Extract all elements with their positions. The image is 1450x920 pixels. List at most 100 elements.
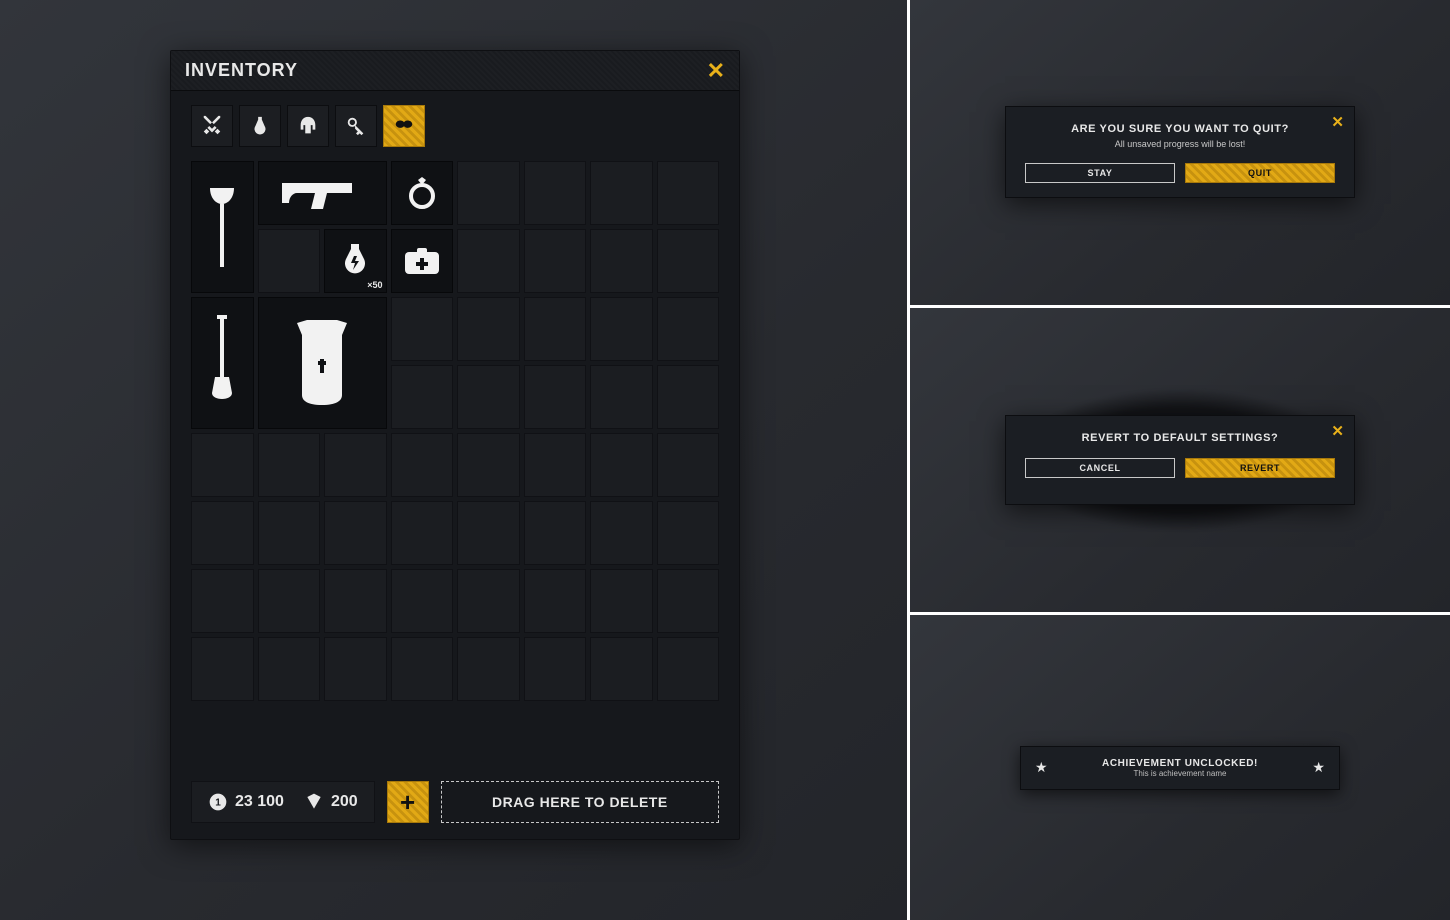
empty-slot[interactable] [391, 569, 454, 633]
empty-slot[interactable] [590, 161, 653, 225]
empty-slot[interactable] [191, 569, 254, 633]
empty-slot[interactable] [524, 637, 587, 701]
empty-slot[interactable] [457, 637, 520, 701]
empty-slot[interactable] [457, 365, 520, 429]
empty-slot[interactable] [391, 297, 454, 361]
helmet-icon [297, 115, 319, 137]
item-medkit[interactable] [391, 229, 454, 293]
empty-slot[interactable] [457, 433, 520, 497]
empty-slot[interactable] [324, 501, 387, 565]
empty-slot[interactable] [657, 297, 720, 361]
inventory-tabs [171, 91, 739, 155]
gems-readout: 200 [304, 792, 358, 812]
empty-slot[interactable] [524, 569, 587, 633]
empty-slot[interactable] [191, 501, 254, 565]
quit-button[interactable]: Quit [1185, 163, 1335, 183]
empty-slot[interactable] [258, 501, 321, 565]
item-potion[interactable]: ×50 [324, 229, 387, 293]
item-ring[interactable] [391, 161, 454, 225]
showcase-right-column: ✕ Are you sure you want to quit? All uns… [910, 0, 1450, 920]
empty-slot[interactable] [590, 637, 653, 701]
potion-icon [249, 115, 271, 137]
inventory-footer: 1 23 100 200 + Drag here to delete [191, 781, 719, 823]
showcase-panel-inventory: Inventory ✕ [0, 0, 910, 920]
coin-icon: 1 [208, 792, 228, 812]
dialog-title: Revert to default settings? [1020, 432, 1340, 444]
empty-slot[interactable] [657, 569, 720, 633]
add-currency-button[interactable]: + [387, 781, 429, 823]
inventory-title: Inventory [185, 60, 298, 81]
empty-slot[interactable] [258, 637, 321, 701]
gem-icon [304, 792, 324, 812]
close-icon[interactable]: ✕ [707, 58, 725, 84]
empty-slot[interactable] [590, 229, 653, 293]
empty-slot[interactable] [657, 365, 720, 429]
tab-consumables[interactable] [239, 105, 281, 147]
toast-title: Achievement Unclocked! [1102, 758, 1258, 769]
tab-weapons[interactable] [191, 105, 233, 147]
empty-slot[interactable] [590, 297, 653, 361]
empty-slot[interactable] [191, 433, 254, 497]
achievement-toast: ★ Achievement Unclocked! This is achieve… [1020, 746, 1340, 790]
empty-slot[interactable] [524, 229, 587, 293]
dialog-title: Are you sure you want to quit? [1020, 123, 1340, 135]
tab-misc[interactable] [383, 105, 425, 147]
empty-slot[interactable] [324, 637, 387, 701]
dialog-subtitle: All unsaved progress will be lost! [1020, 139, 1340, 149]
empty-slot[interactable] [657, 433, 720, 497]
close-icon[interactable]: ✕ [1331, 422, 1344, 440]
coins-value: 23 100 [235, 793, 284, 811]
empty-slot[interactable] [457, 297, 520, 361]
empty-slot[interactable] [391, 501, 454, 565]
empty-slot[interactable] [258, 229, 321, 293]
empty-slot[interactable] [590, 569, 653, 633]
showcase-achievement-toast: ★ Achievement Unclocked! This is achieve… [910, 615, 1450, 920]
inventory-grid-wrap: ×50 [171, 155, 739, 701]
item-qty: ×50 [367, 280, 382, 290]
tab-keys[interactable] [335, 105, 377, 147]
empty-slot[interactable] [324, 433, 387, 497]
empty-slot[interactable] [657, 229, 720, 293]
empty-slot[interactable] [524, 161, 587, 225]
empty-slot[interactable] [258, 433, 321, 497]
empty-slot[interactable] [457, 501, 520, 565]
empty-slot[interactable] [391, 433, 454, 497]
item-axe[interactable] [191, 161, 254, 293]
empty-slot[interactable] [391, 637, 454, 701]
empty-slot[interactable] [457, 229, 520, 293]
inventory-grid[interactable]: ×50 [191, 161, 719, 701]
empty-slot[interactable] [590, 365, 653, 429]
empty-slot[interactable] [191, 637, 254, 701]
inventory-header: Inventory ✕ [171, 51, 739, 91]
empty-slot[interactable] [258, 569, 321, 633]
star-icon: ★ [1035, 759, 1048, 776]
delete-dropzone[interactable]: Drag here to delete [441, 781, 719, 823]
tab-armor[interactable] [287, 105, 329, 147]
axe-icon [202, 182, 242, 272]
swords-icon [201, 115, 223, 137]
stay-button[interactable]: Stay [1025, 163, 1175, 183]
empty-slot[interactable] [524, 297, 587, 361]
empty-slot[interactable] [457, 161, 520, 225]
empty-slot[interactable] [657, 637, 720, 701]
empty-slot[interactable] [391, 365, 454, 429]
star-icon: ★ [1312, 759, 1325, 776]
empty-slot[interactable] [324, 569, 387, 633]
handgun-icon [277, 173, 367, 213]
empty-slot[interactable] [524, 365, 587, 429]
empty-slot[interactable] [524, 433, 587, 497]
item-shovel[interactable] [191, 297, 254, 429]
empty-slot[interactable] [590, 501, 653, 565]
revert-button[interactable]: Revert [1185, 458, 1335, 478]
item-vest[interactable] [258, 297, 387, 429]
close-icon[interactable]: ✕ [1331, 113, 1344, 131]
toast-subtitle: This is achievement name [1102, 769, 1258, 778]
empty-slot[interactable] [657, 161, 720, 225]
empty-slot[interactable] [590, 433, 653, 497]
cancel-button[interactable]: Cancel [1025, 458, 1175, 478]
item-gun[interactable] [258, 161, 387, 225]
empty-slot[interactable] [524, 501, 587, 565]
empty-slot[interactable] [657, 501, 720, 565]
mask-icon [393, 115, 415, 137]
empty-slot[interactable] [457, 569, 520, 633]
